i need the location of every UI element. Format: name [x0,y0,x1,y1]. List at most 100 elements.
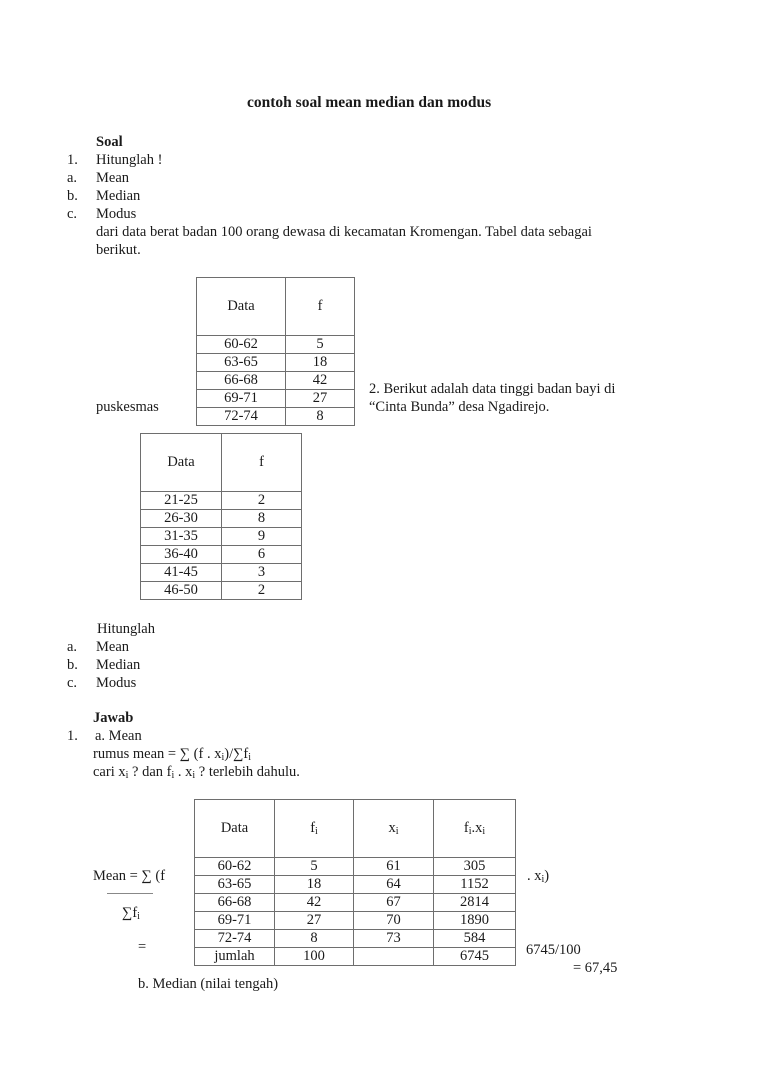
mean-calculation-table: Data fi xi fi.xi 60-62 5 61 305 63-65 18 64 11… [194,799,516,966]
table-row: 72-74 8 [196,407,355,426]
cell-fi: 42 [274,893,354,912]
header-data: Data [140,433,222,492]
cell-data: 63-65 [194,875,275,894]
cari-suffix: ? terlebih dahulu. [195,764,300,780]
subscript-i: i [137,911,140,922]
cell-data: 63-65 [196,353,286,372]
table-row: 36-40 6 [140,545,302,564]
header-f: f [285,277,355,336]
q1-description-line1: dari data berat badan 100 orang dewasa d… [96,224,592,240]
subscript-i: i [315,826,318,837]
q1-number: 1. [67,152,78,168]
mean-result: = 67,45 [573,960,618,976]
table-row: 41-45 3 [140,563,302,582]
header-xi-text: x [388,820,396,836]
subscript-i: i [482,826,486,837]
height-data-table: Data f 21-25 2 26-30 8 31-35 9 36-40 6 41-45… [140,433,302,600]
cell-fixi: 584 [433,929,516,948]
cell-fi: 27 [274,911,354,930]
cell-f: 27 [285,389,355,408]
cell-xi [353,947,434,966]
cell-f: 6 [221,545,302,564]
table-row: 69-71 27 70 1890 [194,911,516,930]
cell-f: 18 [285,353,355,372]
cell-data: 72-74 [194,929,275,948]
mean-division: 6745/100 [526,942,581,958]
cari-instruction: cari xi ? dan fi . xi ? terlebih dahulu. [93,763,300,781]
cell-f: 8 [221,509,302,528]
cell-fi: 8 [274,929,354,948]
table-row: 63-65 18 64 1152 [194,875,516,894]
header-fixi: fi.xi [433,799,516,858]
cell-data: 60-62 [194,857,275,876]
cell-data: 66-68 [194,893,275,912]
q1-item-b-marker: b. [67,188,78,204]
table-row: 21-25 2 [140,491,302,510]
cell-data: 72-74 [196,407,286,426]
denominator-text: ∑f [122,905,138,921]
cell-xi: 70 [353,911,434,930]
formula-tail: )/∑f [224,746,249,762]
q2-item-b-label: Median [96,657,141,673]
mean-denominator: ∑fi [122,904,140,922]
cell-f: 3 [221,563,302,582]
table-header-row: Data f [140,433,302,492]
q1-item-c-marker: c. [67,206,78,222]
cell-fixi: 2814 [433,893,516,912]
cell-data: jumlah [194,947,275,966]
cell-xi: 67 [353,893,434,912]
cell-xi: 73 [353,929,434,948]
q1-item-c-label: Modus [96,206,137,222]
table-row: 72-74 8 73 584 [194,929,516,948]
table-row: 60-62 5 61 305 [194,857,516,876]
mean-formula: rumus mean = ∑ (f . xi)/∑fi [93,745,251,763]
cell-f: 2 [221,491,302,510]
q2-line2: “Cinta Bunda” desa Ngadirejo. [369,399,550,415]
cell-fixi: 6745 [433,947,516,966]
q2-puskesmas: puskesmas [96,399,159,415]
jawab-sub-b: b. Median (nilai tengah) [138,976,279,992]
mean-equals: = [138,939,147,955]
cell-data: 21-25 [140,491,222,510]
cell-xi: 64 [353,875,434,894]
subscript-i: i [468,826,472,837]
q2-line1: 2. Berikut adalah data tinggi badan bayi… [369,381,616,397]
q1-description-line2: berikut. [96,242,141,258]
subscript-i: i [395,826,399,837]
cell-fixi: 1890 [433,911,516,930]
cell-data: 66-68 [196,371,286,390]
cell-data: 36-40 [140,545,222,564]
table-header-row: Data f [196,277,355,336]
cell-data: 41-45 [140,563,222,582]
cell-f: 5 [285,335,355,354]
q1-text: Hitunglah ! [96,152,163,168]
q2-item-c-marker: c. [67,675,78,691]
cell-data: 31-35 [140,527,222,546]
header-xi: xi [353,799,434,858]
weight-data-table: Data f 60-62 5 63-65 18 66-68 42 69-71 27 72… [196,277,355,426]
cari-mid1: ? dan f [128,764,172,780]
table-row: 66-68 42 [196,371,355,390]
page-title: contoh soal mean median dan modus [247,94,492,111]
header-fi: fi [274,799,354,858]
cell-data: 69-71 [196,389,286,408]
cari-prefix: cari x [93,764,126,780]
q2-item-b-marker: b. [67,657,78,673]
table-row: 60-62 5 [196,335,355,354]
cell-fi: 5 [274,857,354,876]
q2-item-c-label: Modus [96,675,137,691]
q1-item-b-label: Median [96,188,141,204]
formula-main: rumus mean = ∑ (f . x [93,746,222,762]
jawab-heading: Jawab [93,710,134,726]
table-row: 46-50 2 [140,581,302,600]
header-data: Data [194,799,275,858]
cell-fixi: 1152 [433,875,516,894]
cell-fi: 18 [274,875,354,894]
cell-data: 46-50 [140,581,222,600]
cell-f: 42 [285,371,355,390]
cell-f: 9 [221,527,302,546]
q2-item-a-label: Mean [96,639,130,655]
subscript-i: i [248,752,252,763]
table-row: 31-35 9 [140,527,302,546]
cell-f: 2 [221,581,302,600]
